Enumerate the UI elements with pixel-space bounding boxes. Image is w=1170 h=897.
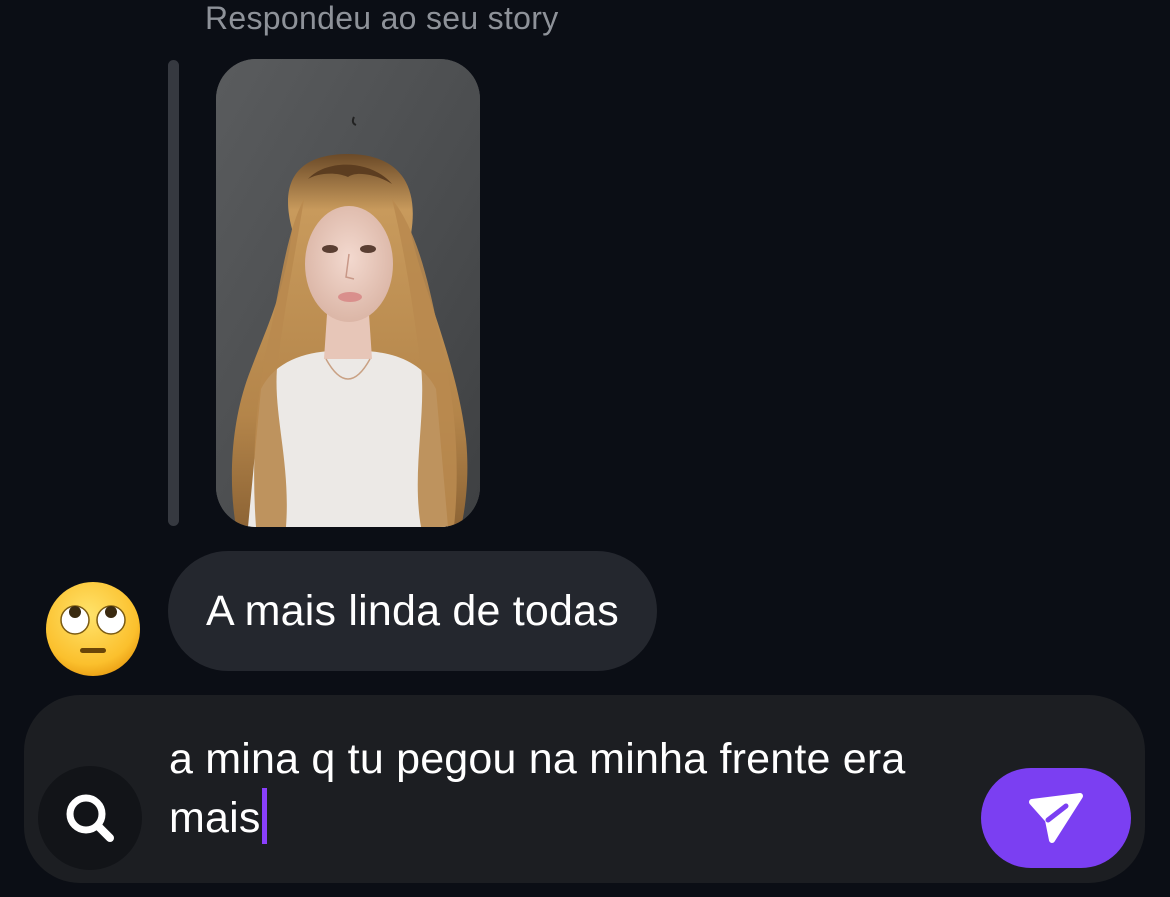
story-photo <box>216 59 480 527</box>
message-input-text: a mina q tu pegou na minha frente era ma… <box>169 735 906 842</box>
face-with-rolling-eyes-icon[interactable] <box>44 580 142 678</box>
search-icon <box>66 794 114 842</box>
send-paper-plane-icon <box>1029 793 1083 843</box>
search-button[interactable] <box>38 766 142 870</box>
message-composer: a mina q tu pegou na minha frente era ma… <box>24 695 1145 883</box>
text-caret <box>261 788 267 844</box>
dm-thread-screen: Respondeu ao seu story A mais linda de t… <box>0 0 1170 897</box>
message-text: A mais linda de todas <box>206 586 619 635</box>
send-button[interactable] <box>981 768 1131 868</box>
message-bubble[interactable]: A mais linda de todas <box>168 551 657 671</box>
message-input[interactable]: a mina q tu pegou na minha frente era ma… <box>169 731 959 847</box>
reply-indicator-bar <box>168 60 179 526</box>
story-reply-caption: Respondeu ao seu story <box>205 0 559 36</box>
story-preview-thumbnail[interactable] <box>216 59 480 527</box>
